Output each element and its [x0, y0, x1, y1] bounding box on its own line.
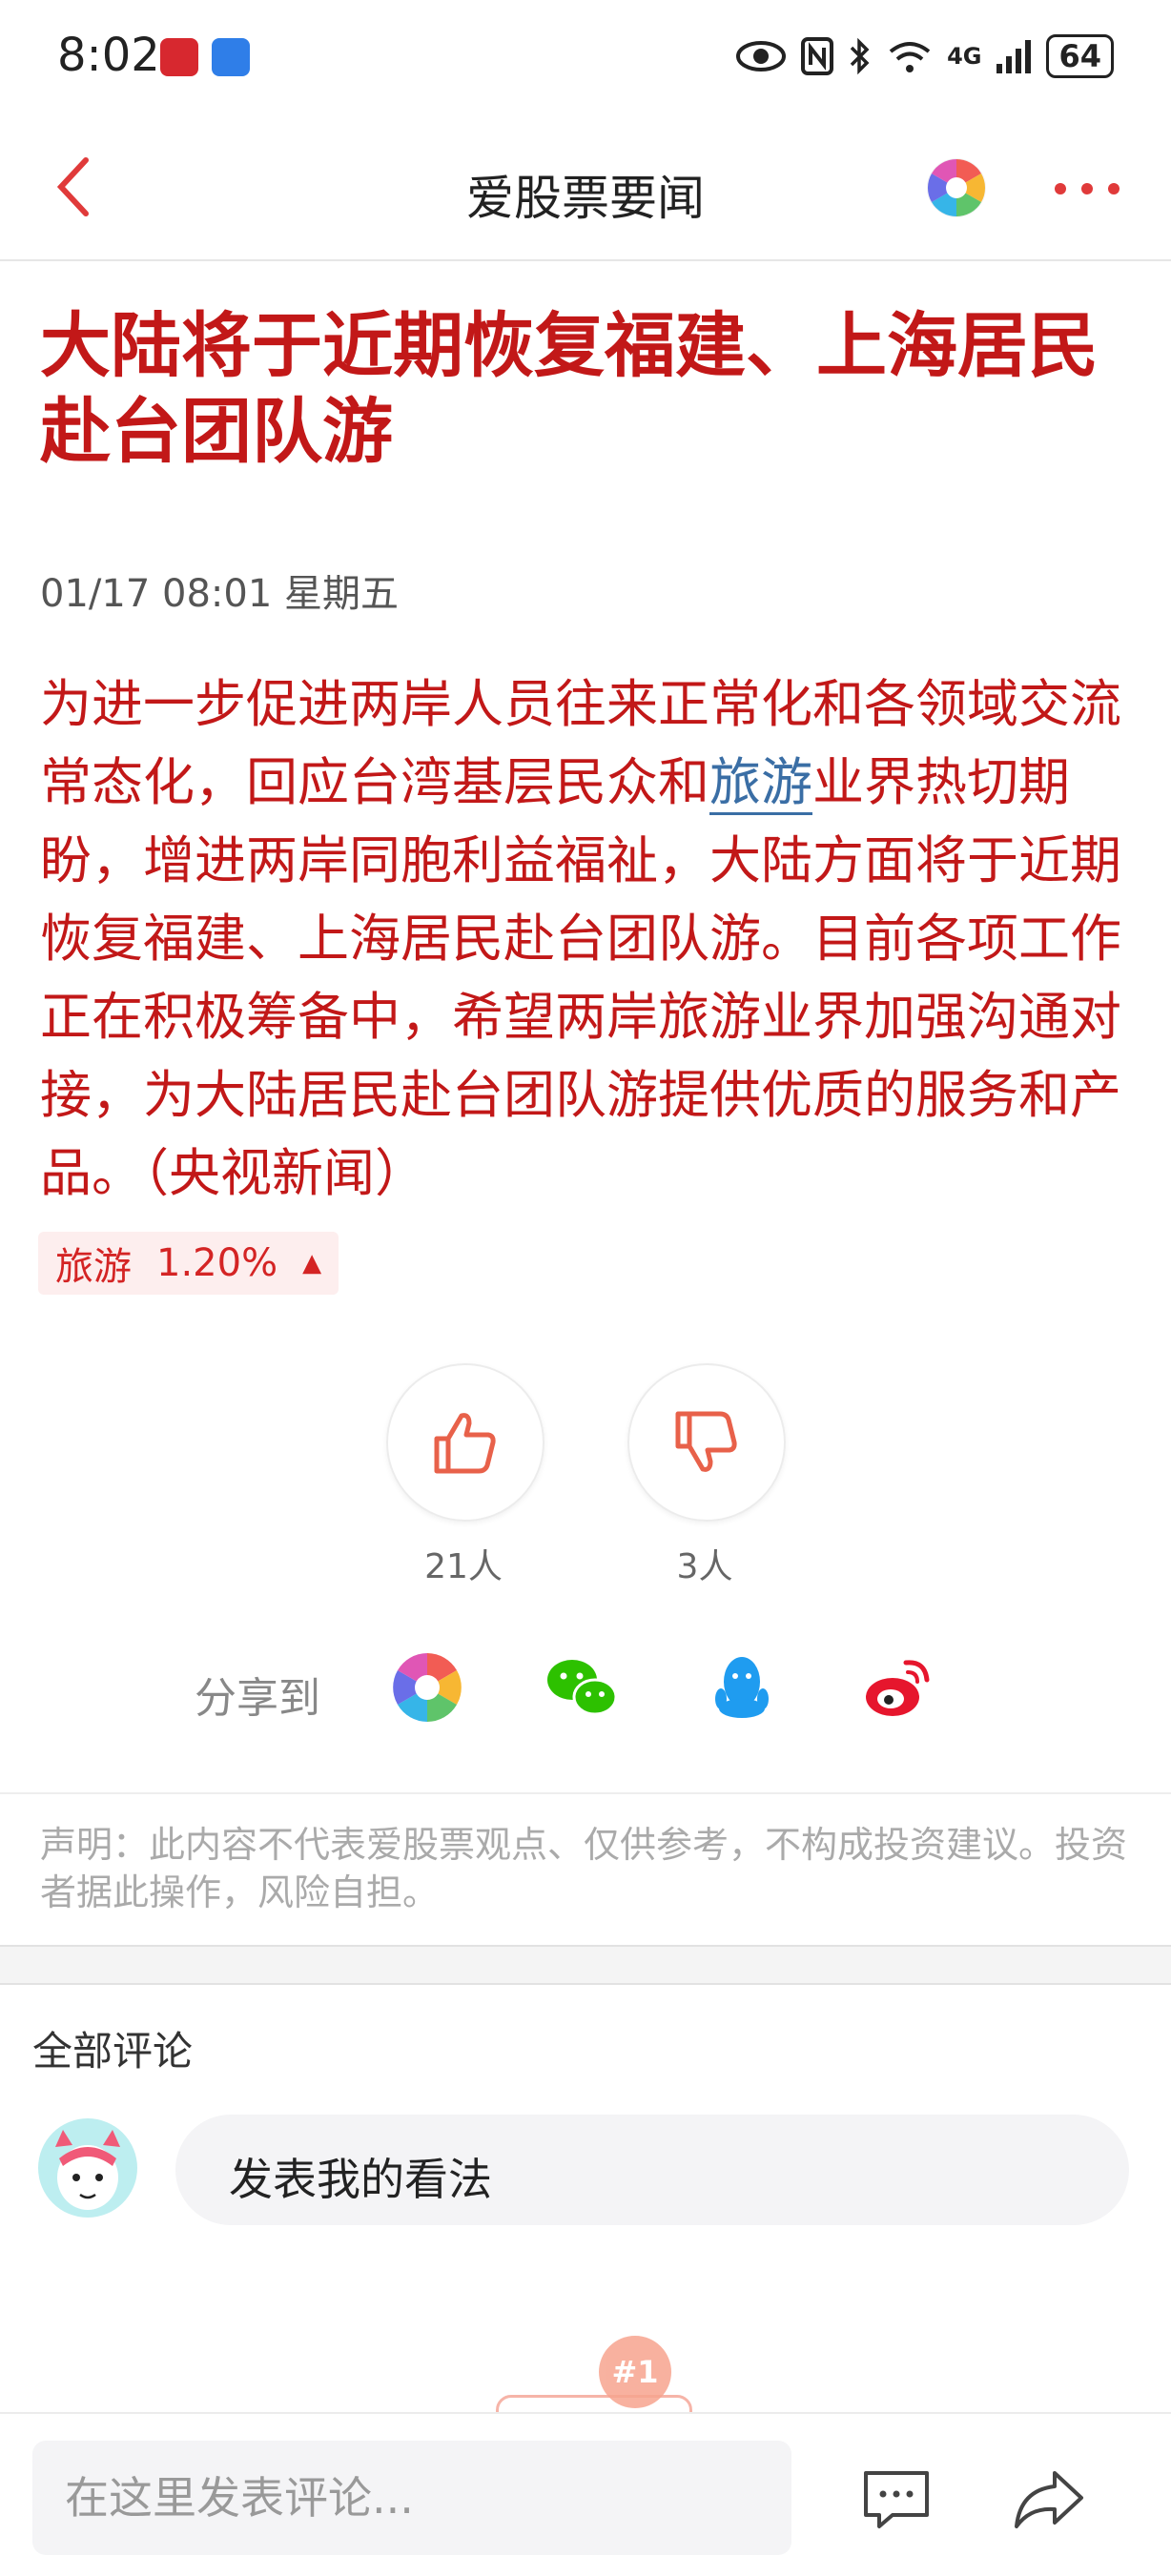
- aigupiao-logo-icon[interactable]: [925, 156, 988, 219]
- weibo-icon[interactable]: [860, 1649, 936, 1726]
- status-bar: 8:02 4G 64: [0, 0, 1171, 114]
- app-notification-icon: [212, 38, 250, 76]
- dislike-button[interactable]: [627, 1363, 786, 1522]
- eye-icon: [736, 41, 787, 72]
- avatar: [38, 2118, 137, 2218]
- signal-icon: [996, 40, 1032, 73]
- up-arrow-icon: ▲: [302, 1249, 322, 1278]
- like-button[interactable]: [386, 1363, 544, 1522]
- like-count: 21人: [424, 1547, 503, 1586]
- share-label: 分享到: [195, 1674, 320, 1723]
- dislike-count: 3人: [676, 1547, 733, 1586]
- qq-icon[interactable]: [704, 1649, 780, 1726]
- aigupiao-share-icon[interactable]: [389, 1649, 465, 1726]
- comment-bubble-icon[interactable]: [858, 2465, 935, 2534]
- article-body-part: 业界热切期盼，增进两岸同胞利益福祉，大陆方面将于近期恢复福建、上海居民赴台团队游…: [40, 752, 1121, 1203]
- bottom-bar: [0, 2412, 1171, 2576]
- article-body-link[interactable]: 旅游: [709, 752, 812, 815]
- wifi-icon: [889, 42, 931, 72]
- status-time: 8:02: [57, 29, 160, 82]
- share-arrow-icon[interactable]: [1011, 2465, 1087, 2534]
- post-opinion-button[interactable]: 发表我的看法: [175, 2115, 1129, 2225]
- post-opinion-label: 发表我的看法: [229, 2154, 492, 2205]
- battery-icon: 64: [1046, 34, 1114, 78]
- floating-badge-circle: #1: [599, 2336, 671, 2408]
- wechat-icon[interactable]: [544, 1649, 620, 1726]
- nav-bar: 爱股票要闻: [0, 114, 1171, 261]
- stock-tag-name: 旅游: [55, 1245, 132, 1289]
- cow-avatar-icon: [55, 2130, 120, 2210]
- comment-input[interactable]: [32, 2441, 791, 2555]
- thumbs-up-icon: [434, 1413, 496, 1474]
- more-dots-icon[interactable]: [1049, 162, 1125, 215]
- thumbs-down-icon: [675, 1411, 737, 1472]
- status-icons: 4G 64: [735, 32, 1114, 80]
- divider: [0, 1792, 1171, 1794]
- network-type: 4G: [947, 43, 982, 70]
- section-gap: [0, 1945, 1171, 1985]
- comments-section-title: 全部评论: [32, 2028, 194, 2075]
- article-body: 为进一步促进两岸人员往来正常化和各领域交流常态化，回应台湾基层民众和旅游业界热切…: [40, 665, 1137, 1213]
- bluetooth-icon: [850, 37, 870, 75]
- page-title: 爱股票要闻: [466, 171, 705, 226]
- disclaimer-text: 声明：此内容不代表爱股票观点、仅供参考，不构成投资建议。投资者据此操作，风险自担…: [40, 1824, 1128, 1913]
- stock-tag-change: 1.20%: [156, 1241, 278, 1285]
- article-date: 01/17 08:01 星期五: [40, 572, 399, 616]
- article-headline: 大陆将于近期恢复福建、上海居民赴台团队游: [40, 305, 1099, 473]
- stock-tag[interactable]: 旅游 1.20% ▲: [38, 1232, 339, 1295]
- app-notification-icon: [160, 38, 198, 76]
- floating-rank-badge[interactable]: #1: [496, 2336, 706, 2439]
- nfc-icon: [801, 37, 834, 75]
